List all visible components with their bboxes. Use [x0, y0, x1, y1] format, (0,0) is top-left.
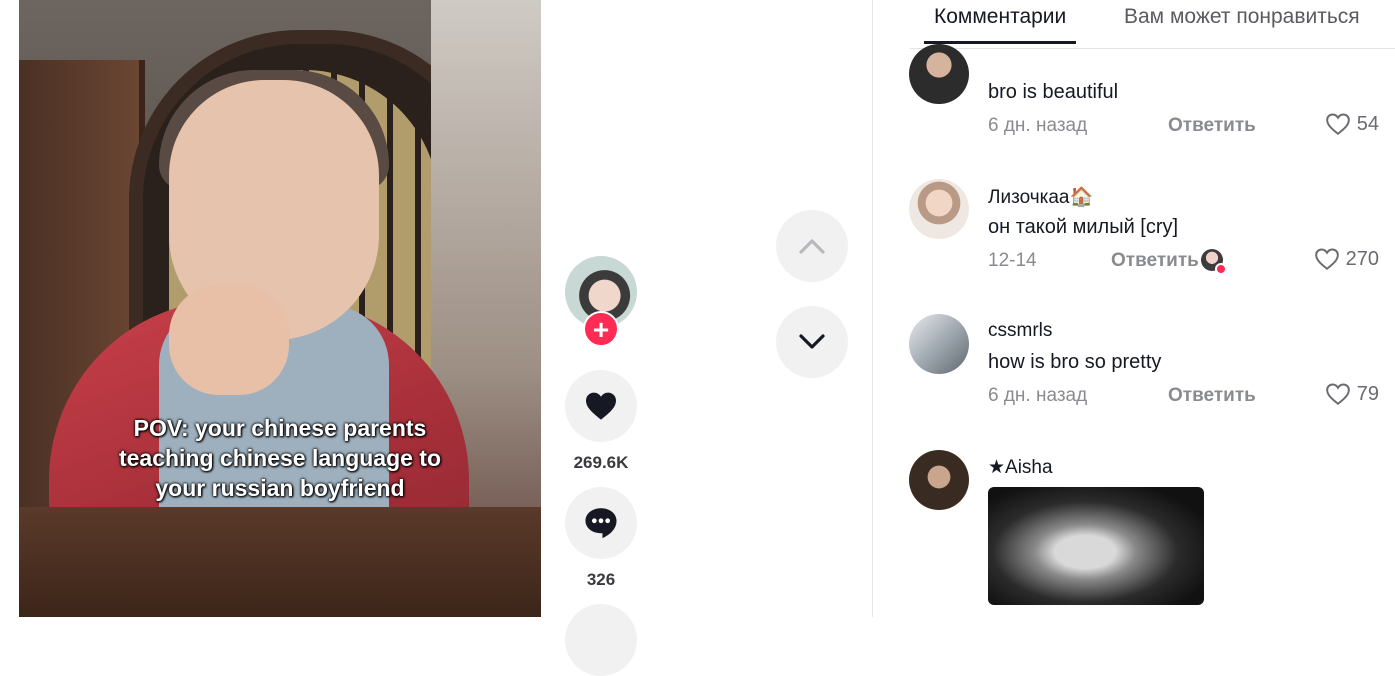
caption-line: teaching chinese language to [118, 445, 442, 471]
comment-like-button[interactable]: 79 [1325, 382, 1379, 406]
heart-outline-icon [1325, 383, 1350, 405]
chevron-up-icon [799, 239, 825, 254]
reply-button[interactable]: Ответить [1168, 385, 1256, 407]
comment-item: ★Aisha [909, 450, 1379, 617]
comment-username[interactable]: ★Aisha [988, 456, 1053, 479]
chevron-down-icon [799, 334, 825, 349]
previous-video-button[interactable] [776, 210, 848, 282]
next-video-button[interactable] [776, 306, 848, 378]
comment-item: bro is beautiful 6 дн. назад Ответить 54 [909, 44, 1379, 144]
reply-button[interactable]: Ответить [1111, 250, 1199, 272]
commenter-avatar[interactable] [909, 450, 969, 510]
comment-like-count: 270 [1345, 247, 1379, 270]
commenter-avatar[interactable] [909, 44, 969, 104]
comment-time: 6 дн. назад [988, 115, 1088, 136]
heart-outline-icon [1314, 248, 1339, 270]
comment-time: 12-14 [988, 250, 1037, 271]
creator-liked-heart-icon [1215, 263, 1227, 275]
tab-you-may-like[interactable]: Вам может понравиться [1114, 5, 1370, 41]
comment-button[interactable] [565, 487, 637, 559]
likes-count: 269.6K [573, 453, 629, 472]
tab-comments[interactable]: Комментарии [924, 5, 1077, 44]
comments-count: 326 [586, 570, 616, 589]
comment-username[interactable]: Лизочкаа🏠 [988, 185, 1093, 209]
comment-username[interactable]: cssmrls [988, 320, 1052, 342]
reply-button[interactable]: Ответить [1168, 115, 1256, 137]
comment-item: Лизочкаа🏠 он такой милый [cry] 12-14 Отв… [909, 179, 1379, 289]
heart-icon [586, 392, 616, 420]
follow-button[interactable]: + [583, 311, 619, 347]
commenter-avatar[interactable] [909, 314, 969, 374]
background-table [19, 507, 541, 617]
caption-line: your russian boyfriend [155, 475, 405, 501]
like-button[interactable] [565, 370, 637, 442]
heart-outline-icon [1325, 113, 1350, 135]
commenter-avatar[interactable] [909, 179, 969, 239]
bookmark-button[interactable] [565, 604, 637, 676]
comment-image[interactable] [988, 487, 1204, 605]
video-caption: POV: your chinese parents teaching chine… [19, 413, 541, 503]
comment-time: 6 дн. назад [988, 385, 1088, 406]
comments-panel: Комментарии Вам может понравиться bro is… [872, 0, 1395, 617]
comment-text: how is bro so pretty [988, 351, 1162, 373]
comment-like-button[interactable]: 54 [1325, 112, 1379, 136]
panel-tabs: Комментарии Вам может понравиться [910, 0, 1395, 49]
comment-like-count: 54 [1356, 112, 1379, 135]
comment-like-button[interactable]: 270 [1314, 247, 1379, 271]
caption-line: POV: your chinese parents [133, 415, 427, 441]
comment-item: cssmrls how is bro so pretty 6 дн. назад… [909, 314, 1379, 424]
comment-like-count: 79 [1356, 382, 1379, 405]
comment-text: bro is beautiful [988, 81, 1119, 103]
video-player[interactable]: POV: your chinese parents teaching chine… [19, 0, 541, 617]
speech-bubble-icon [585, 508, 617, 539]
comment-text: он такой милый [cry] [988, 216, 1179, 238]
person-hand [169, 285, 289, 395]
